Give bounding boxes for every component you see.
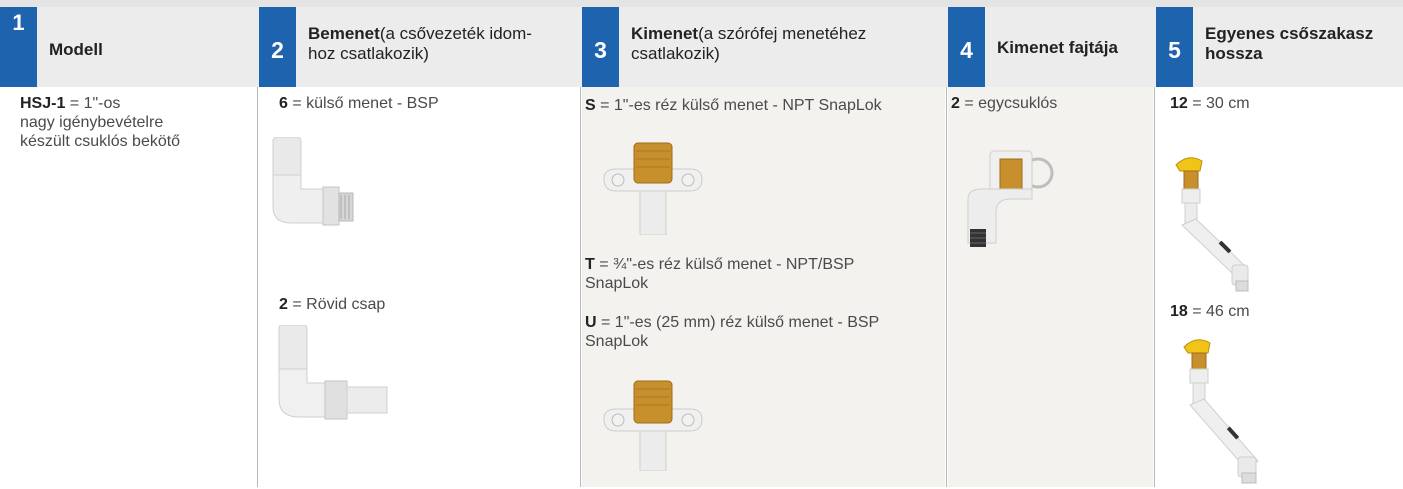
entry-code: U [585,314,597,331]
column-number-badge: 5 [1156,7,1193,87]
entry-desc-line2: SnapLok [585,333,649,350]
column-divider [946,87,947,487]
column-inlet: 2 Bemenet(a csővezeték idom- hoz csatlak… [259,7,579,487]
entry-separator: = [959,95,979,112]
column-title-rest-line2: csatlakozik) [631,44,720,63]
column-number-badge: 1 [0,7,37,87]
column-number: 2 [271,37,284,63]
entry-separator: = [287,296,307,313]
top-rule [0,0,1403,7]
entry-separator: = [287,95,307,112]
column-body: S = 1"-es réz külső menet - NPT SnapLok … [582,87,945,487]
inlet-entry-6: 6 = külső menet - BSP [279,94,439,113]
entry-code: S [585,97,596,114]
column-title-bold: Modell [49,40,103,59]
column-title-rest: (a csővezeték idom- [379,24,532,43]
column-title: Modell [49,40,248,60]
model-entry: HSJ-1 = 1"-os nagy igénybevételre készül… [20,94,180,151]
column-number: 3 [594,37,607,63]
entry-desc: egycsuklós [978,95,1058,112]
column-title-bold: Kimenet fajtája [997,38,1118,57]
column-header: 4 Kimenet fajtája [948,7,1153,87]
column-number: 5 [1168,37,1181,63]
column-outlet: 3 Kimenet(a szórófej menetéhez csatlakoz… [582,7,945,487]
column-title: Kimenet fajtája [997,38,1145,58]
column-title-bold-line2: hossza [1205,44,1263,63]
configuration-table: 1 Modell HSJ-1 = 1"-os nagy igénybevétel… [0,0,1403,489]
column-title-bold: Kimenet [631,24,699,43]
inlet-entry-2: 2 = Rövid csap [279,295,385,314]
swing-joint-18-image [1183,339,1259,484]
entry-code: T [585,256,595,273]
entry-desc: ¾"-es réz külső menet - NPT/BSP [613,256,855,273]
column-title: Egyenes csőszakasz hossza [1205,24,1395,64]
column-divider [580,87,581,487]
column-body: 2 = egycsuklós [948,87,1153,487]
entry-desc: külső menet - BSP [306,95,439,112]
column-nipple-length: 5 Egyenes csőszakasz hossza 12 = 30 cm 1… [1156,7,1403,487]
short-nipple-elbow-image [278,325,388,420]
outlet-type-entry-2: 2 = egycsuklós [951,94,1057,113]
column-model: 1 Modell HSJ-1 = 1"-os nagy igénybevétel… [0,7,256,487]
entry-code: 2 [951,95,960,112]
outlet-entry-u: U = 1"-es (25 mm) réz külső menet - BSP … [585,313,879,351]
entry-code: 12 [1170,95,1188,112]
column-number-badge: 2 [259,7,296,87]
column-header: 5 Egyenes csőszakasz hossza [1156,7,1403,87]
entry-code: 6 [279,95,288,112]
length-entry-12: 12 = 30 cm [1170,94,1250,113]
column-title-bold: Bemenet [308,24,380,43]
column-divider [1154,87,1155,487]
column-body: 6 = külső menet - BSP 2 = Rövid csap [259,87,579,487]
column-number: 1 [12,10,25,35]
swing-joint-12-image [1175,157,1249,292]
column-number: 4 [960,37,973,63]
column-header: 1 Modell [0,7,256,87]
snaplok-outlet-u-image [603,380,703,471]
entry-separator: = [596,314,615,331]
column-header: 3 Kimenet(a szórófej menetéhez csatlakoz… [582,7,945,87]
column-title: Bemenet(a csővezeték idom- hoz csatlakoz… [308,24,571,64]
snaplok-outlet-s-image [603,142,703,235]
column-title-rest: (a szórófej menetéhez [698,24,867,43]
single-swivel-image [967,150,1054,247]
column-body: 12 = 30 cm 18 = 46 cm [1156,87,1403,487]
entry-separator: = [595,97,614,114]
length-entry-18: 18 = 46 cm [1170,302,1250,321]
entry-separator: = [594,256,614,273]
column-title-rest-line2: hoz csatlakozik) [308,44,429,63]
column-body: HSJ-1 = 1"-os nagy igénybevételre készül… [0,87,256,487]
column-number-badge: 3 [582,7,619,87]
entry-desc-line3: készült csuklós bekötő [20,133,181,150]
outlet-entry-s: S = 1"-es réz külső menet - NPT SnapLok [585,96,882,115]
entry-desc: Rövid csap [306,296,386,313]
column-title-bold: Egyenes csőszakasz [1205,24,1374,43]
entry-separator: = [1187,95,1207,112]
column-title: Kimenet(a szórófej menetéhez csatlakozik… [631,24,937,64]
entry-desc: 46 cm [1206,303,1250,320]
entry-desc-line2: SnapLok [585,275,649,292]
entry-separator: = [1187,303,1207,320]
entry-code: HSJ-1 [20,95,66,112]
male-bsp-elbow-image [272,137,354,226]
column-outlet-type: 4 Kimenet fajtája 2 = egycsuklós [948,7,1153,487]
entry-desc: 1"-es réz külső menet - NPT SnapLok [613,97,882,114]
entry-desc: 30 cm [1206,95,1250,112]
entry-desc: 1"-es (25 mm) réz külső menet - BSP [614,314,880,331]
entry-separator: = [65,95,84,112]
column-header: 2 Bemenet(a csővezeték idom- hoz csatlak… [259,7,579,87]
column-number-badge: 4 [948,7,985,87]
entry-desc: 1"-os [83,95,121,112]
column-divider [257,87,258,487]
entry-desc-line2: nagy igénybevételre [20,114,164,131]
entry-code: 18 [1170,303,1188,320]
outlet-entry-t: T = ¾"-es réz külső menet - NPT/BSP Snap… [585,255,854,293]
entry-code: 2 [279,296,288,313]
